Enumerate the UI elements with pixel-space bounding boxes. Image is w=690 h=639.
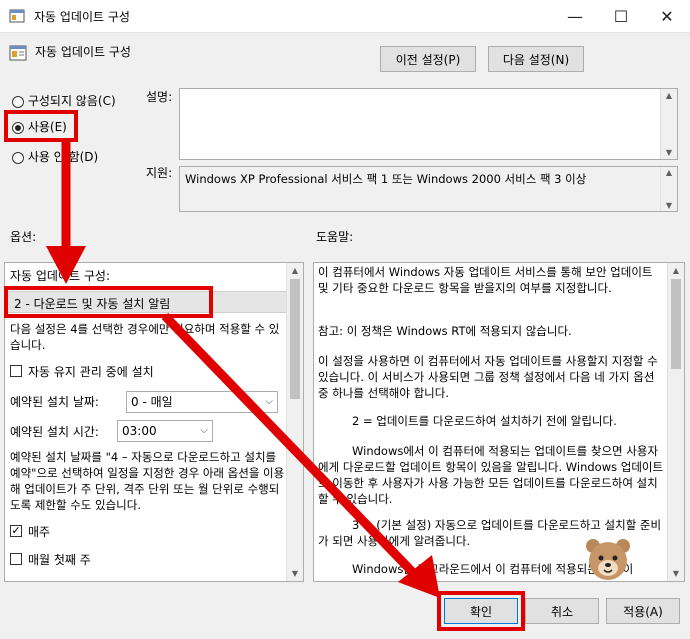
close-button[interactable]: ✕ xyxy=(644,0,690,32)
help-scrollbar[interactable]: ▲ ▼ xyxy=(667,263,684,581)
comment-textarea[interactable]: ▲ ▼ xyxy=(179,88,678,160)
options-scrollbar[interactable]: ▲ ▼ xyxy=(286,263,303,581)
title-bar: 자동 업데이트 구성 — ☐ ✕ xyxy=(0,0,690,33)
policy-name: 자동 업데이트 구성 xyxy=(35,45,131,59)
annotation-box-ok xyxy=(437,591,525,631)
first-week-label: 매월 첫째 주 xyxy=(28,553,91,567)
radio-not-configured-label: 구성되지 않음(C) xyxy=(27,94,116,108)
first-week-checkbox-box xyxy=(10,553,22,565)
options-scroll-thumb[interactable] xyxy=(290,279,300,399)
radio-disabled-indicator xyxy=(12,151,24,164)
scroll-down-icon: ▼ xyxy=(665,201,673,210)
bear-watermark-icon xyxy=(586,539,630,580)
maximize-button[interactable]: ☐ xyxy=(598,0,644,32)
every-week-checkbox[interactable]: ✓ 매주 xyxy=(10,523,130,539)
policy-setting-icon xyxy=(9,45,27,61)
close-icon: ✕ xyxy=(660,6,674,26)
supported-text: Windows XP Professional 서비스 팩 1 또는 Windo… xyxy=(185,172,587,186)
every-week-checkbox-box: ✓ xyxy=(10,524,22,537)
config-label: 자동 업데이트 구성: xyxy=(10,269,110,283)
radio-disabled-label: 사용 안 함(D) xyxy=(27,150,99,164)
supported-scrollbar[interactable]: ▲ ▼ xyxy=(660,167,677,211)
time-value: 03:00 xyxy=(122,424,157,438)
window-title: 자동 업데이트 구성 xyxy=(34,10,130,24)
comment-scrollbar[interactable]: ▲ ▼ xyxy=(660,89,677,159)
help-paragraph: Windows에서 이 컴퓨터에 적용되는 업데이트를 찾으면 사용자에게 다운… xyxy=(318,444,664,506)
annotation-box-config xyxy=(4,286,213,318)
time-select[interactable]: 03:00 ⌵ xyxy=(117,420,213,442)
options-label: 옵션: xyxy=(10,230,37,244)
scroll-up-icon: ▲ xyxy=(672,266,680,275)
scroll-down-icon: ▼ xyxy=(665,148,673,157)
scroll-up-icon: ▲ xyxy=(665,168,673,177)
minimize-icon: — xyxy=(567,6,583,26)
previous-setting-button[interactable]: 이전 설정(P) xyxy=(380,46,476,72)
radio-not-configured-indicator xyxy=(12,95,24,108)
first-week-checkbox[interactable]: 매월 첫째 주 xyxy=(10,551,150,567)
radio-disabled[interactable]: 사용 안 함(D) xyxy=(12,148,98,165)
help-paragraph: 참고: 이 정책은 Windows RT에 적용되지 않습니다. xyxy=(318,324,572,338)
maximize-icon: ☐ xyxy=(613,6,629,26)
maintenance-checkbox-label: 자동 유지 관리 중에 설치 xyxy=(28,365,154,379)
day-value: 0 - 매일 xyxy=(131,395,173,409)
maintenance-checkbox[interactable]: 자동 유지 관리 중에 설치 xyxy=(10,363,250,379)
scroll-down-icon: ▼ xyxy=(291,569,299,578)
help-panel: 이 컴퓨터에서 Windows 자동 업데이트 서비스를 통해 보안 업데이트 … xyxy=(313,262,685,582)
config-note: 다음 설정은 4를 선택한 경우에만 필요하며 적용할 수 있습니다. xyxy=(10,322,280,352)
maintenance-checkbox-box xyxy=(10,365,22,377)
supported-box: Windows XP Professional 서비스 팩 1 또는 Windo… xyxy=(179,166,678,212)
help-paragraph: 이 컴퓨터에서 Windows 자동 업데이트 서비스를 통해 보안 업데이트 … xyxy=(318,265,653,295)
next-setting-button[interactable]: 다음 설정(N) xyxy=(488,46,584,72)
help-paragraph: 이 설정을 사용하면 이 컴퓨터에서 자동 업데이트를 사용할지 지정할 수 있… xyxy=(318,354,658,400)
scroll-up-icon: ▲ xyxy=(291,266,299,275)
time-label: 예약된 설치 시간: xyxy=(10,425,99,439)
supported-label: 지원: xyxy=(146,166,173,180)
scroll-up-icon: ▲ xyxy=(665,91,673,100)
minimize-button[interactable]: — xyxy=(552,0,598,32)
every-week-label: 매주 xyxy=(28,525,51,539)
help-paragraph: 2 = 업데이트를 다운로드하여 설치하기 전에 알립니다. xyxy=(352,414,617,428)
help-scroll-thumb[interactable] xyxy=(671,279,681,369)
day-select[interactable]: 0 - 매일 ⌵ xyxy=(126,391,278,413)
scroll-down-icon: ▼ xyxy=(672,569,680,578)
chevron-down-icon: ⌵ xyxy=(265,396,273,407)
annotation-box-enabled xyxy=(4,110,78,142)
comment-label: 설명: xyxy=(146,90,173,104)
help-label: 도움말: xyxy=(316,230,354,244)
schedule-note: 예약된 설치 날짜를 "4 – 자동으로 다운로드하고 설치를 예약"으로 선택… xyxy=(10,450,285,512)
radio-not-configured[interactable]: 구성되지 않음(C) xyxy=(12,92,116,109)
day-label: 예약된 설치 날짜: xyxy=(10,395,99,409)
policy-app-icon xyxy=(9,9,25,23)
apply-button[interactable]: 적용(A) xyxy=(606,598,680,624)
cancel-button[interactable]: 취소 xyxy=(525,598,599,624)
chevron-down-icon: ⌵ xyxy=(200,425,208,436)
